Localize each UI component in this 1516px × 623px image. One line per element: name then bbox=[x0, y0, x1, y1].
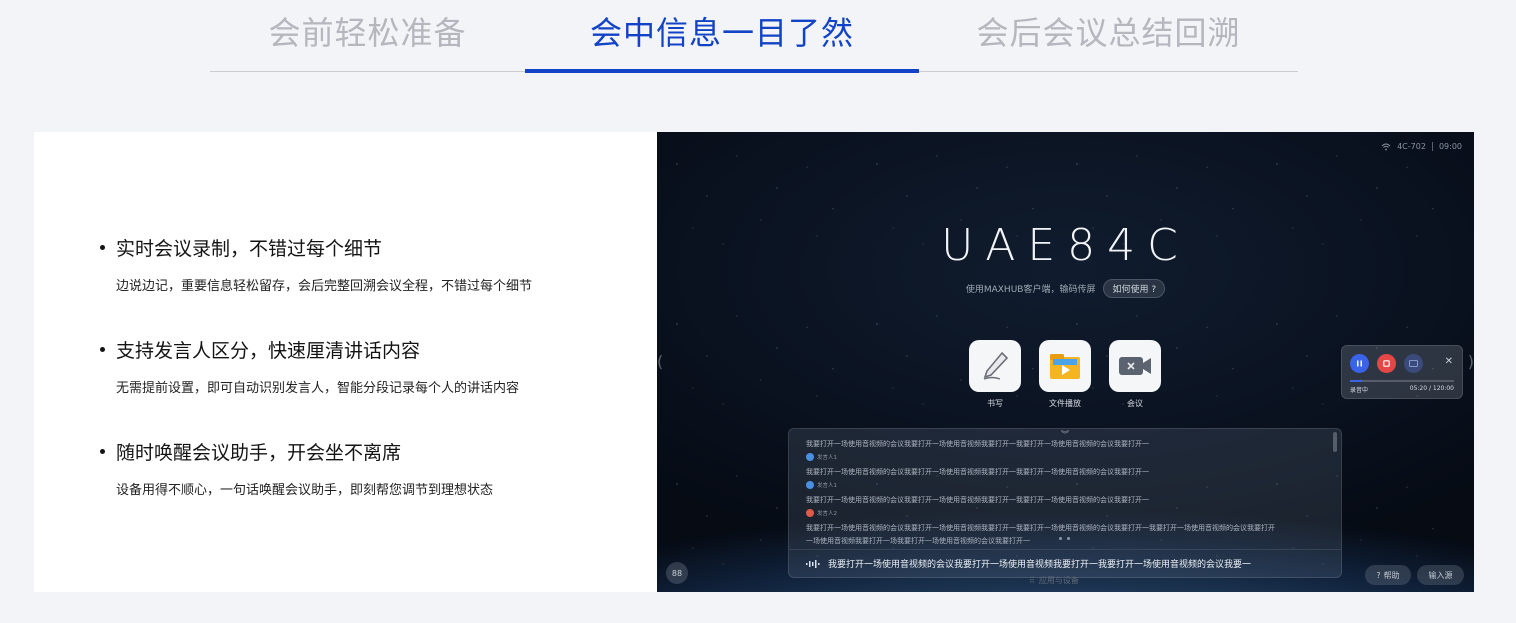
device-screen-preview: 4C-702 09:00 UAE84C 使用MAXHUB客户端，输码传屏 如何使… bbox=[657, 132, 1474, 592]
app-label: 文件播放 bbox=[1049, 399, 1081, 408]
avatar bbox=[806, 453, 814, 461]
avatar bbox=[806, 509, 814, 517]
tab-during-meeting[interactable]: 会中信息一目了然 bbox=[525, 0, 919, 73]
help-circle-icon: ? bbox=[1376, 570, 1381, 580]
room-name: 4C-702 bbox=[1397, 142, 1426, 151]
transcript-panel: ︾ 我要打开一场使用音视频的会议我要打开一场使用音视频我要打开一我要打开一场使用… bbox=[788, 428, 1342, 578]
share-hint-text: 使用MAXHUB客户端，输码传屏 bbox=[965, 285, 1096, 295]
status-bar: 4C-702 09:00 bbox=[1381, 142, 1462, 151]
grid-button[interactable]: 88 bbox=[666, 562, 688, 584]
screen-share-code: UAE84C bbox=[941, 220, 1190, 271]
camera-icon bbox=[1109, 340, 1161, 392]
avatar bbox=[806, 481, 814, 489]
app-label: 会议 bbox=[1127, 399, 1143, 408]
feature-item: 支持发言人区分，快速厘清讲话内容 无需提前设置，即可自动识别发言人，智能分段记录… bbox=[100, 336, 520, 396]
share-hint: 使用MAXHUB客户端，输码传屏 如何使用 ? bbox=[657, 279, 1474, 298]
feature-desc: 无需提前设置，即可自动识别发言人，智能分段记录每个人的讲话内容 bbox=[116, 381, 520, 396]
help-circle-icon: ? bbox=[1151, 285, 1157, 295]
transcript-line: 一场使用音视频我要打开一场我要打开一场使用音视频的会议我要打开一 bbox=[806, 537, 1030, 545]
pen-icon bbox=[969, 340, 1021, 392]
recording-widget: ✕ 录音中 05:20 / 120:00 bbox=[1341, 345, 1463, 399]
tab-before-meeting[interactable]: 会前轻松准备 bbox=[210, 0, 525, 71]
app-label: 书写 bbox=[987, 399, 1003, 408]
folder-play-icon bbox=[1039, 340, 1091, 392]
app-launcher: 书写 文件播放 会议 bbox=[969, 340, 1161, 409]
app-writing[interactable]: 书写 bbox=[969, 340, 1021, 409]
help-button[interactable]: ? 帮助 bbox=[1365, 565, 1411, 585]
feature-title: 随时唤醒会议助手，开会坐不离席 bbox=[116, 442, 402, 464]
transcript-line: 我要打开一场使用音视频的会议我要打开一场使用音视频我要打开一我要打开一场使用音视… bbox=[806, 496, 1149, 504]
live-text: 我要打开一场使用音视频的会议我要打开一场使用音视频我要打开一我要打开一场使用音视… bbox=[828, 560, 1252, 570]
feature-list-panel: 实时会议录制，不错过每个细节 边说边记，重要信息轻松留存，会后完整回溯会议全程，… bbox=[34, 132, 657, 592]
apps-and-devices[interactable]: ⠿ 应用与设备 bbox=[1029, 575, 1079, 586]
feature-item: 实时会议录制，不错过每个细节 边说边记，重要信息轻松留存，会后完整回溯会议全程，… bbox=[100, 234, 533, 294]
recording-state: 录音中 bbox=[1350, 387, 1369, 394]
pause-icon bbox=[1357, 360, 1362, 367]
recording-time: 05:20 / 120:00 bbox=[1409, 385, 1454, 392]
clock: 09:00 bbox=[1438, 142, 1462, 151]
right-edge-handle-icon[interactable]: ) bbox=[1468, 352, 1474, 371]
divider bbox=[1431, 142, 1433, 151]
bullet-icon bbox=[100, 347, 105, 352]
feature-title: 实时会议录制，不错过每个细节 bbox=[116, 238, 383, 260]
live-transcript: 我要打开一场使用音视频的会议我要打开一场使用音视频我要打开一我要打开一场使用音视… bbox=[789, 549, 1341, 577]
speaker-label: 发言人1 bbox=[806, 453, 837, 461]
bullet-icon bbox=[100, 245, 105, 250]
transcript-line: 我要打开一场使用音视频的会议我要打开一场使用音视频我要打开一我要打开一场使用音视… bbox=[806, 440, 1149, 448]
caption-button[interactable] bbox=[1404, 354, 1423, 373]
speaker-label: 发言人1 bbox=[806, 481, 837, 489]
feature-desc: 设备用得不顺心，一句话唤醒会议助手，即刻帮您调节到理想状态 bbox=[116, 483, 494, 498]
feature-title: 支持发言人区分，快速厘清讲话内容 bbox=[116, 340, 421, 362]
recording-progress bbox=[1350, 380, 1454, 382]
grid-icon: ⠿ bbox=[1029, 576, 1035, 585]
feature-desc: 边说边记，重要信息轻松留存，会后完整回溯会议全程，不错过每个细节 bbox=[116, 279, 533, 294]
waveform-icon bbox=[806, 559, 820, 568]
pager-dots bbox=[1059, 537, 1070, 540]
speaker-label: 发言人2 bbox=[806, 509, 837, 517]
transcript-line: 我要打开一场使用音视频的会议我要打开一场使用音视频我要打开一我要打开一场使用音视… bbox=[806, 468, 1149, 476]
close-icon[interactable]: ✕ bbox=[1445, 356, 1453, 367]
app-file-play[interactable]: 文件播放 bbox=[1039, 340, 1091, 409]
feature-tabs: 会前轻松准备 会中信息一目了然 会后会议总结回溯 bbox=[210, 0, 1298, 73]
scrollbar[interactable] bbox=[1333, 432, 1337, 452]
stop-button[interactable] bbox=[1377, 354, 1396, 373]
tab-after-meeting[interactable]: 会后会议总结回溯 bbox=[919, 0, 1298, 71]
input-source-button[interactable]: 输入源 bbox=[1417, 565, 1464, 585]
pause-button[interactable] bbox=[1350, 354, 1369, 373]
caption-icon bbox=[1409, 360, 1418, 367]
wifi-icon bbox=[1381, 143, 1391, 150]
left-edge-handle-icon[interactable]: ( bbox=[657, 352, 663, 371]
feature-item: 随时唤醒会议助手，开会坐不离席 设备用得不顺心，一句话唤醒会议助手，即刻帮您调节… bbox=[100, 438, 494, 498]
how-to-use-button[interactable]: 如何使用 ? bbox=[1103, 279, 1166, 298]
bullet-icon bbox=[100, 449, 105, 454]
transcript-line: 我要打开一场使用音视频的会议我要打开一场使用音视频我要打开一我要打开一场使用音视… bbox=[806, 524, 1275, 532]
app-meeting[interactable]: 会议 bbox=[1109, 340, 1161, 409]
stop-icon bbox=[1383, 360, 1390, 367]
